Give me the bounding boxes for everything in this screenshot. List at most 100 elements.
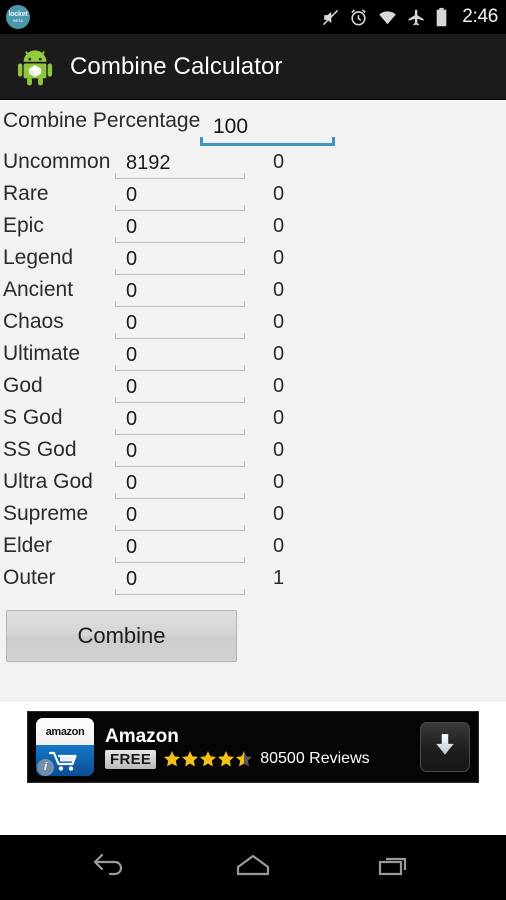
home-icon <box>234 850 272 885</box>
tier-label: Ultra God <box>3 470 93 493</box>
tier-count-value: 0 <box>126 376 138 398</box>
main-content: Combine Percentage 100 Uncommon 8192 0 Rare… <box>0 101 506 702</box>
tier-row: Ultra God 0 0 <box>3 469 506 501</box>
status-bar-clock: 2:46 <box>462 6 498 27</box>
tier-row: God 0 0 <box>3 373 506 405</box>
android-robot-icon <box>14 46 56 88</box>
tier-result-value: 0 <box>273 279 285 301</box>
tier-count-value: 0 <box>126 312 138 334</box>
tier-label: God <box>3 374 43 397</box>
tier-result-value: 0 <box>273 311 285 333</box>
tier-count-value: 0 <box>126 536 138 558</box>
tier-count-input[interactable]: 0 <box>115 408 245 435</box>
ad-download-button[interactable] <box>420 722 470 772</box>
status-system-icons: 2:46 <box>321 6 498 28</box>
tier-count-input[interactable]: 0 <box>115 472 245 499</box>
recents-button[interactable] <box>350 843 440 893</box>
amazon-wordmark-area: amazon <box>36 718 94 745</box>
wifi-icon <box>377 8 398 27</box>
tier-label: Elder <box>3 534 53 557</box>
combine-percentage-row: Combine Percentage 100 <box>0 105 506 149</box>
tier-label: SS God <box>3 438 77 461</box>
tier-row: Outer 0 1 <box>3 565 506 597</box>
navigation-bar <box>0 835 506 900</box>
home-button[interactable] <box>208 843 298 893</box>
combine-percentage-input[interactable]: 100 <box>200 115 335 146</box>
tier-count-input[interactable]: 0 <box>115 536 245 563</box>
combine-percentage-label: Combine Percentage <box>3 109 201 132</box>
tier-count-value: 0 <box>126 248 138 270</box>
airplane-mode-icon <box>407 8 426 27</box>
tier-label: Chaos <box>3 310 64 333</box>
tier-row: S God 0 0 <box>3 405 506 437</box>
action-bar: Combine Calculator <box>0 34 506 100</box>
tier-result-value: 0 <box>273 439 285 461</box>
ad-info-icon[interactable]: i <box>37 759 54 776</box>
alarm-icon <box>349 8 368 27</box>
star-icon <box>236 751 253 767</box>
tier-count-value: 0 <box>126 216 138 238</box>
amazon-wordmark: amazon <box>45 726 85 738</box>
tier-label: Rare <box>3 182 49 205</box>
tier-result-value: 0 <box>273 247 285 269</box>
star-icon <box>164 751 181 767</box>
tier-count-input[interactable]: 0 <box>115 216 245 243</box>
tier-row: Ancient 0 0 <box>3 277 506 309</box>
tier-row: Epic 0 0 <box>3 213 506 245</box>
ad-title: Amazon <box>105 725 179 747</box>
tier-row: Elder 0 0 <box>3 533 506 565</box>
tier-count-input[interactable]: 0 <box>115 312 245 339</box>
amazon-app-icon: amazon i <box>36 718 94 776</box>
tier-result-value: 1 <box>273 567 285 589</box>
tier-count-input[interactable]: 0 <box>115 376 245 403</box>
ad-star-rating <box>163 750 253 768</box>
tier-result-value: 0 <box>273 535 285 557</box>
tier-result-value: 0 <box>273 151 285 173</box>
tier-label: Legend <box>3 246 74 269</box>
tier-count-input[interactable]: 0 <box>115 248 245 275</box>
locket-icon-sublabel: BETA <box>13 18 23 23</box>
back-arrow-icon <box>92 850 130 885</box>
download-arrow-icon <box>432 732 458 763</box>
tier-result-value: 0 <box>273 407 285 429</box>
tier-row: Supreme 0 0 <box>3 501 506 533</box>
tier-row: Rare 0 0 <box>3 181 506 213</box>
tier-result-value: 0 <box>273 215 285 237</box>
tier-result-value: 0 <box>273 375 285 397</box>
combine-button-container: Combine <box>0 597 506 662</box>
mute-icon <box>321 8 340 27</box>
page-title: Combine Calculator <box>70 52 283 80</box>
combine-button[interactable]: Combine <box>6 610 237 662</box>
tier-label: Outer <box>3 566 56 589</box>
tier-count-value: 0 <box>126 408 138 430</box>
recent-apps-icon <box>376 850 414 885</box>
tier-count-value: 8192 <box>126 152 171 174</box>
tier-count-input[interactable]: 0 <box>115 344 245 371</box>
tier-count-input[interactable]: 0 <box>115 280 245 307</box>
tier-label: Ultimate <box>3 342 81 365</box>
star-icon <box>200 751 217 767</box>
ad-review-count: 80500 Reviews <box>260 750 370 767</box>
tier-result-value: 0 <box>273 183 285 205</box>
back-button[interactable] <box>66 843 156 893</box>
star-icon <box>218 751 235 767</box>
tier-count-value: 0 <box>126 504 138 526</box>
tier-result-value: 0 <box>273 343 285 365</box>
advertisement-banner[interactable]: amazon i Amazon FREE 80500 Reviews <box>27 711 479 783</box>
tier-label: S God <box>3 406 63 429</box>
tier-count-input[interactable]: 0 <box>115 568 245 595</box>
tier-row: SS God 0 0 <box>3 437 506 469</box>
tier-count-value: 0 <box>126 440 138 462</box>
tier-result-value: 0 <box>273 503 285 525</box>
ad-price-badge: FREE <box>105 749 157 769</box>
status-bar: locket BETA 2:46 <box>0 0 506 34</box>
tier-count-input[interactable]: 0 <box>115 504 245 531</box>
tier-count-input[interactable]: 0 <box>115 440 245 467</box>
status-notifications: locket BETA <box>6 5 30 29</box>
locket-icon-label: locket <box>8 11 28 18</box>
tier-count-input[interactable]: 8192 <box>115 152 245 179</box>
tier-count-input[interactable]: 0 <box>115 184 245 211</box>
tier-row: Legend 0 0 <box>3 245 506 277</box>
tier-count-value: 0 <box>126 472 138 494</box>
tier-count-value: 0 <box>126 568 138 590</box>
